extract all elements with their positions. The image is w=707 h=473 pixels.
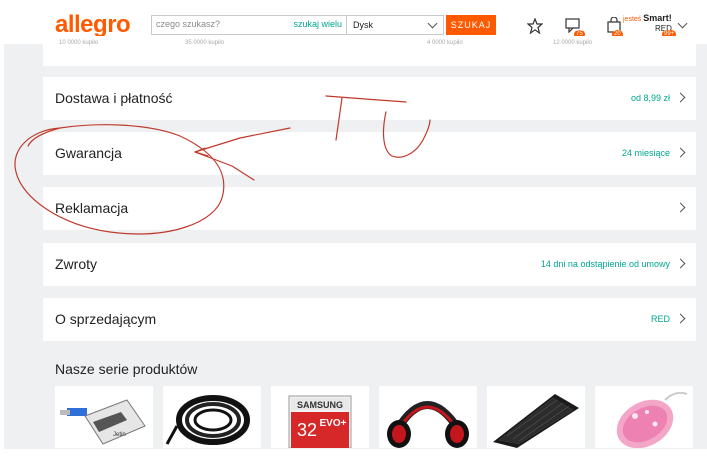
product-headphones[interactable] [379,386,477,448]
chevron-right-icon [675,202,686,213]
memory-card-brand: SAMSUNG [297,400,343,410]
search-button[interactable]: SZUKAJ [446,15,496,35]
stat-text: 4 0000 kupiło [427,40,463,46]
headphones-image [387,401,469,448]
smart-label: Smart! [643,13,672,23]
user-status-prefix: jesteś [623,16,642,23]
row-value: od 8,99 zł [630,93,670,103]
search-placeholder: czego szukasz? [156,19,221,29]
row-complaints[interactable]: Reklamacja [43,187,696,230]
chevron-right-icon [675,313,686,324]
stat-text: 10 0000 kupiło [59,40,99,46]
row-about-seller[interactable]: O sprzedającym RED [43,298,696,341]
row-returns[interactable]: Zwroty 14 dni na odstąpienie od umowy [43,243,696,286]
card-reader-brand: Jetin [113,432,126,438]
product-series-heading: Nasze serie produktów [55,361,198,377]
allegro-logo[interactable]: allegro [55,11,131,39]
chevron-right-icon [675,92,686,103]
category-select[interactable]: Dysk [347,15,444,35]
search-many-link[interactable]: szukaj wielu [293,19,342,29]
product-memory-card[interactable]: SAMSUNG 32 EVO+ [271,386,369,448]
crystal-mouse-image [616,391,688,448]
row-title: Zwroty [55,256,97,272]
memory-card-line: EVO+ [320,418,347,429]
chevron-down-icon [427,18,438,29]
row-delivery-payment[interactable]: Dostawa i płatność od 8,99 zł [43,77,696,120]
stat-text: 35 0000 kupiło [185,40,225,46]
row-value: 14 dni na odstąpienie od umowy [540,259,670,269]
row-title: Gwarancja [55,145,122,161]
row-warranty[interactable]: Gwarancja 24 miesiące [43,132,696,175]
offer-stats-row: 10 0000 kupiło 35 0000 kupiło 4 0000 kup… [43,36,696,66]
user-status[interactable]: jesteś Smart! [623,13,672,23]
product-crystal-mouse[interactable] [595,386,693,448]
product-card-reader[interactable]: Jetin [55,386,153,448]
row-title: Reklamacja [55,200,129,216]
card-reader-image: Jetin [60,399,146,445]
product-keyboard[interactable] [487,386,585,448]
row-title: Dostawa i płatność [55,90,173,106]
memory-card-size: 32 [297,420,317,440]
stat-text: 12 0000 kupiło [553,40,593,46]
row-value: RED [650,314,670,324]
row-value: 24 miesiące [621,148,670,158]
chevron-right-icon [675,147,686,158]
row-title: O sprzedającym [55,311,157,327]
chevron-down-icon[interactable] [677,18,688,29]
chevron-right-icon [675,258,686,269]
category-selected-value: Dysk [353,20,373,30]
memory-card-image: SAMSUNG 32 EVO+ [288,395,352,448]
cable-coil-image [165,395,250,445]
keyboard-image [493,394,579,448]
search-input[interactable]: czego szukasz? szukaj wielu [151,15,347,35]
product-cable-coil[interactable] [163,386,261,448]
